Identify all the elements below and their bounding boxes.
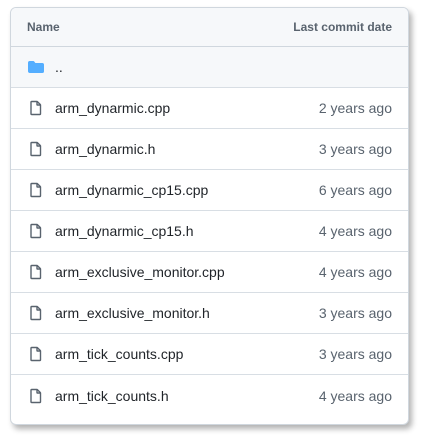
file-icon [28,141,44,157]
last-commit-date: 3 years ago [318,305,392,321]
last-commit-date: 6 years ago [318,182,392,198]
file-icon [28,388,44,404]
file-row[interactable]: arm_tick_counts.h 4 years ago [11,375,408,416]
file-name-link[interactable]: arm_dynarmic_cp15.h [55,223,319,239]
file-icon [28,182,44,198]
file-row[interactable]: arm_exclusive_monitor.h 3 years ago [11,293,408,334]
file-name-link[interactable]: arm_dynarmic.cpp [55,100,319,116]
file-browser-table: Name Last commit date .. arm_dynarmic.cp… [10,7,409,425]
folder-icon [28,59,44,75]
last-commit-date: 4 years ago [318,223,392,239]
file-icon [28,223,44,239]
parent-directory-row[interactable]: .. [11,47,408,88]
file-icon [28,305,44,321]
file-row[interactable]: arm_exclusive_monitor.cpp 4 years ago [11,252,408,293]
table-header: Name Last commit date [11,8,408,47]
file-name-link[interactable]: arm_exclusive_monitor.cpp [55,264,319,280]
file-row[interactable]: arm_dynarmic.cpp 2 years ago [11,88,408,129]
file-name-link[interactable]: arm_dynarmic.h [55,141,319,157]
name-column-header: Name [27,20,60,34]
parent-directory-link[interactable]: .. [55,59,392,75]
file-name-link[interactable]: arm_exclusive_monitor.h [55,305,319,321]
file-row[interactable]: arm_dynarmic_cp15.h 4 years ago [11,211,408,252]
last-commit-date-column-header: Last commit date [293,20,392,34]
file-row[interactable]: arm_dynarmic.h 3 years ago [11,129,408,170]
last-commit-date: 4 years ago [318,264,392,280]
last-commit-date: 2 years ago [318,100,392,116]
file-icon [28,346,44,362]
last-commit-date: 3 years ago [318,346,392,362]
file-name-link[interactable]: arm_tick_counts.cpp [55,346,319,362]
last-commit-date: 4 years ago [318,387,392,404]
last-commit-date: 3 years ago [318,141,392,157]
file-icon [28,100,44,116]
file-name-link[interactable]: arm_tick_counts.h [55,388,319,404]
file-row[interactable]: arm_dynarmic_cp15.cpp 6 years ago [11,170,408,211]
file-name-link[interactable]: arm_dynarmic_cp15.cpp [55,182,319,198]
file-icon [28,264,44,280]
file-row[interactable]: arm_tick_counts.cpp 3 years ago [11,334,408,375]
